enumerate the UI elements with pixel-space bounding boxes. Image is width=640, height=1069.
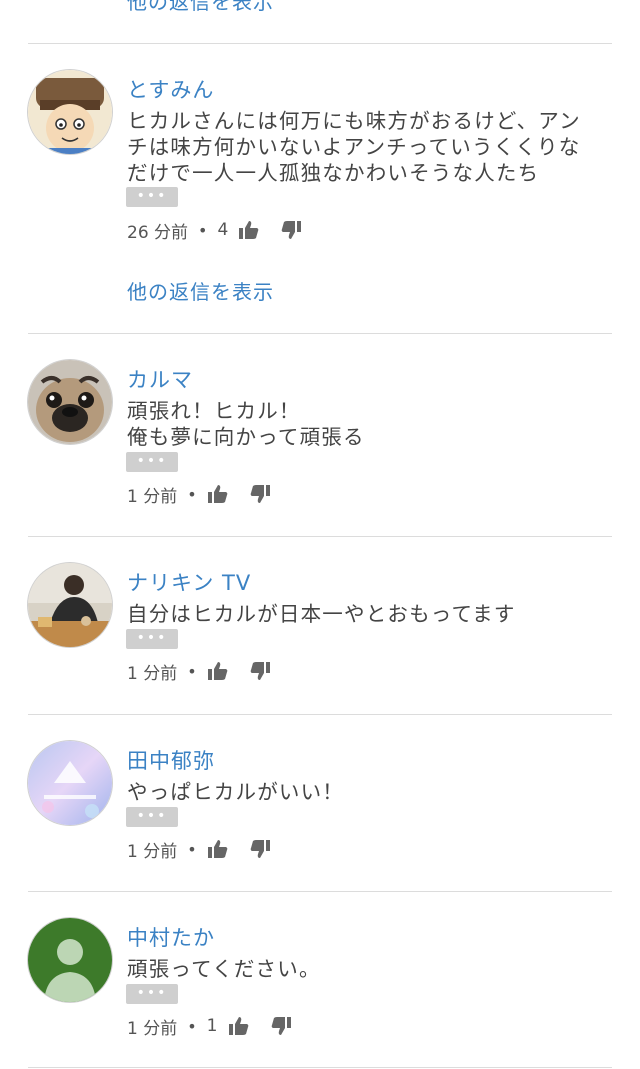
avatar[interactable] [28, 563, 112, 647]
comment-meta: 1 分前 • [127, 836, 291, 862]
comment-text-line: 俺も夢に向かって頑張る [127, 425, 365, 449]
separator-dot: • [187, 661, 197, 681]
comment-meta: 1 分前 • [127, 481, 291, 507]
avatar[interactable] [28, 918, 112, 1002]
comment-text-line: 頑張ってください。 [127, 957, 321, 981]
divider [28, 43, 612, 44]
thumb-up-icon[interactable] [207, 483, 229, 505]
more-button[interactable]: ••• [126, 629, 178, 649]
like-count: 1 [206, 1016, 218, 1036]
comment-text-line: チは味方何かいないよアンチっていうくくりな [127, 135, 581, 159]
divider [28, 333, 612, 334]
thumb-down-icon[interactable] [270, 1015, 292, 1037]
thumb-down-icon[interactable] [249, 483, 271, 505]
comment-text: 頑張ってください。 [127, 956, 602, 982]
avatar[interactable] [28, 360, 112, 444]
show-replies-link[interactable]: 他の返信を表示 [127, 0, 274, 15]
divider [28, 536, 612, 537]
more-button[interactable]: ••• [126, 984, 178, 1004]
separator-dot: • [187, 839, 197, 859]
comment-text-line: やっぱヒカルがいい！ [127, 780, 344, 804]
timestamp: 1 分前 [127, 841, 178, 862]
comment-text-line: だけで一人一人孤独なかわいそうな人たち [127, 161, 540, 185]
timestamp: 1 分前 [127, 1018, 178, 1039]
thumb-down-icon[interactable] [249, 838, 271, 860]
comment-author[interactable]: 田中郁弥 [127, 745, 215, 775]
separator-dot: • [187, 484, 197, 504]
thumb-up-icon[interactable] [207, 660, 229, 682]
separator-dot: • [187, 1016, 197, 1036]
like-count: 4 [217, 220, 229, 240]
comment-text-line: ヒカルさんには何万にも味方がおるけど、アン [127, 109, 581, 133]
thumb-down-icon[interactable] [249, 660, 271, 682]
comment-text-line: 自分はヒカルが日本一やとおもってます [127, 602, 516, 626]
thumb-up-icon[interactable] [228, 1015, 250, 1037]
timestamp: 26 分前 [127, 222, 189, 243]
more-button[interactable]: ••• [126, 807, 178, 827]
comment-meta: 1 分前 • 1 [127, 1013, 312, 1039]
more-button[interactable]: ••• [126, 187, 178, 207]
separator-dot: • [198, 220, 208, 240]
comment-text: やっぱヒカルがいい！ [127, 779, 602, 805]
comment-text: 頑張れ！ヒカル！ 俺も夢に向かって頑張る [127, 398, 602, 450]
comment-author[interactable]: とすみん [127, 74, 214, 104]
timestamp: 1 分前 [127, 663, 178, 684]
timestamp: 1 分前 [127, 486, 178, 507]
comment-text-line: 頑張れ！ヒカル！ [127, 399, 301, 423]
divider [28, 1067, 612, 1068]
comment-text: 自分はヒカルが日本一やとおもってます [127, 601, 602, 627]
avatar[interactable] [28, 70, 112, 154]
divider [28, 891, 612, 892]
comment-author[interactable]: 中村たか [127, 922, 215, 952]
thumb-down-icon[interactable] [280, 219, 302, 241]
comment-text: ヒカルさんには何万にも味方がおるけど、アン チは味方何かいないよアンチっていうく… [127, 108, 602, 186]
comment-author[interactable]: カルマ [127, 364, 193, 394]
comment-meta: 26 分前 • 4 [127, 217, 322, 243]
thumb-up-icon[interactable] [207, 838, 229, 860]
comment-author[interactable]: ナリキン TV [127, 567, 251, 597]
show-replies-link[interactable]: 他の返信を表示 [127, 276, 274, 305]
divider [28, 714, 612, 715]
comment-meta: 1 分前 • [127, 658, 291, 684]
avatar[interactable] [28, 741, 112, 825]
more-button[interactable]: ••• [126, 452, 178, 472]
thumb-up-icon[interactable] [238, 219, 260, 241]
